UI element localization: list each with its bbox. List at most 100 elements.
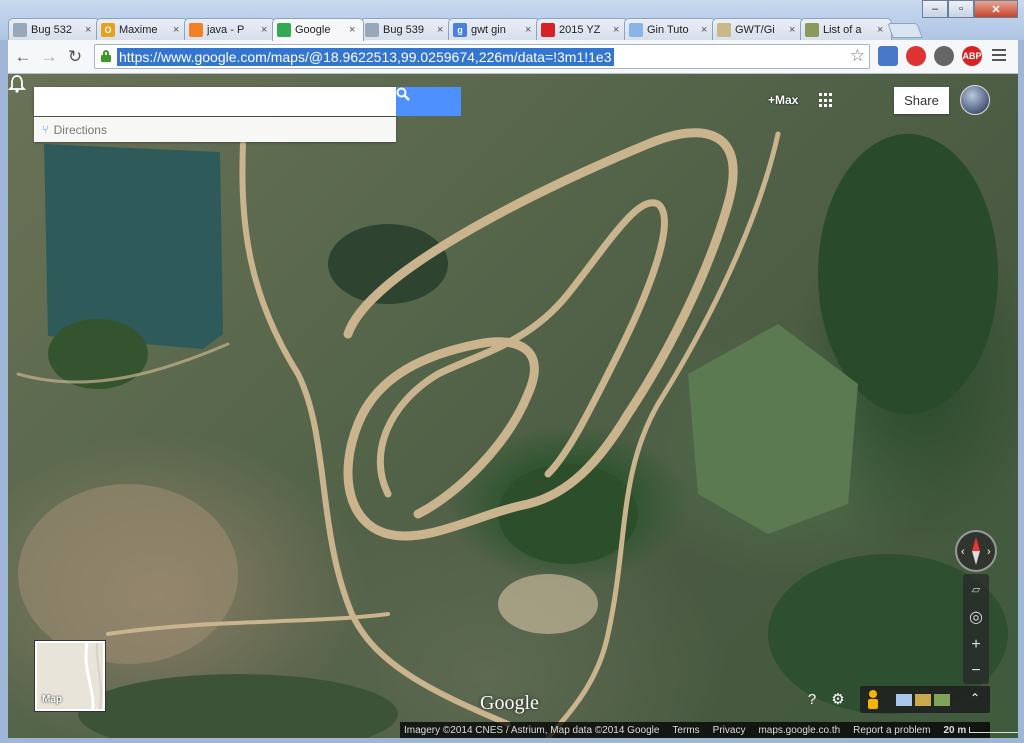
tab-close-icon[interactable]: ×	[613, 24, 623, 36]
tab-favicon-icon	[541, 22, 555, 37]
thumbnail-terrain-icon[interactable]	[934, 694, 950, 706]
share-button[interactable]: Share	[894, 87, 949, 114]
grass-clearing	[688, 324, 858, 534]
stop-extension-icon[interactable]	[906, 46, 926, 66]
new-tab-button[interactable]	[887, 23, 923, 38]
compass-icon: ‹ ›	[961, 537, 991, 565]
my-location-icon[interactable]: ◎	[963, 604, 989, 630]
directions-link[interactable]: ⑂ Directions	[34, 117, 396, 142]
scale-bar	[969, 726, 1018, 733]
minimap-label: Map	[42, 694, 62, 705]
trees	[78, 674, 398, 738]
tab-label: Gin Tuto	[647, 23, 689, 36]
zoom-in-button[interactable]: +	[963, 632, 989, 658]
tab-close-icon[interactable]: ×	[85, 24, 95, 36]
window-controls: – ▫ ✕	[922, 0, 1018, 18]
bare-ground	[18, 484, 238, 664]
bookmark-star-icon[interactable]: ☆	[850, 46, 865, 66]
tab-close-icon[interactable]: ×	[877, 24, 887, 36]
tab-label: Maxime	[119, 23, 158, 36]
tab-close-icon[interactable]: ×	[349, 24, 359, 36]
tab-label: Bug 532	[31, 23, 72, 36]
tab-favicon-icon	[277, 23, 291, 37]
pegman-icon[interactable]	[868, 690, 878, 709]
tab-close-icon[interactable]: ×	[437, 24, 447, 36]
lock-icon	[101, 50, 111, 62]
tab-8[interactable]: GWT/Gi ×	[712, 18, 804, 40]
tab-favicon-icon: O	[101, 22, 115, 37]
eyedropper-extension-icon[interactable]	[934, 46, 954, 66]
zoom-out-button[interactable]: −	[963, 658, 989, 684]
tab-9[interactable]: List of a ×	[800, 18, 892, 40]
directions-icon: ⑂	[42, 123, 49, 136]
imagery-attribution: Imagery ©2014 CNES / Astrium, Map data ©…	[404, 724, 660, 736]
bare-ground	[498, 574, 598, 634]
help-icon[interactable]: ?	[804, 691, 820, 708]
tab-label: GWT/Gi	[735, 23, 775, 36]
browser-window: Bug 532 × O Maxime × java - P × Google × Bug 539 ×…	[0, 0, 1024, 743]
tab-close-icon[interactable]: ×	[261, 24, 271, 36]
tab-favicon-icon: g	[453, 22, 467, 37]
thumbnail-sky-icon[interactable]	[896, 694, 912, 706]
search-icon	[396, 87, 410, 101]
tab-label: 2015 YZ	[559, 23, 601, 36]
tab-favicon-icon	[13, 22, 27, 37]
browser-toolbar: ← → ↻ https://www.google.com/maps/@18.96…	[8, 40, 1018, 74]
tab-favicon-icon	[805, 22, 819, 37]
tab-7[interactable]: Gin Tuto ×	[624, 18, 716, 40]
tab-6[interactable]: 2015 YZ ×	[536, 18, 628, 40]
url-text[interactable]: https://www.google.com/maps/@18.9622513,…	[117, 48, 614, 66]
map-type-toggle[interactable]: Map	[35, 641, 105, 711]
satellite-map[interactable]: ⑂ Directions +Max Share ‹ › ⏥ ◎ + − ? ⚙ …	[8, 74, 1018, 738]
google-plus-link[interactable]: +Max	[768, 93, 798, 107]
tab-1[interactable]: O Maxime ×	[96, 18, 188, 40]
imagery-strip: ⌃	[860, 686, 990, 713]
svg-text:‹: ‹	[961, 546, 965, 558]
map-footer: Imagery ©2014 CNES / Astrium, Map data ©…	[400, 722, 1018, 738]
satellite-imagery	[16, 128, 1008, 738]
gear-icon[interactable]: ⚙	[830, 691, 846, 708]
tab-4[interactable]: Bug 539 ×	[360, 18, 452, 40]
tab-favicon-icon	[717, 22, 731, 37]
tab-close-icon[interactable]: ×	[701, 24, 711, 36]
tab-close-icon[interactable]: ×	[173, 24, 183, 36]
tab-label: Google	[295, 24, 331, 36]
reload-button[interactable]: ↻	[64, 46, 86, 68]
scale-label[interactable]: 20 m	[943, 725, 1018, 736]
directions-label: Directions	[53, 122, 107, 137]
chrome-menu-icon[interactable]	[992, 49, 1006, 63]
tab-close-icon[interactable]: ×	[525, 24, 535, 36]
apps-grid-icon[interactable]	[819, 93, 834, 108]
tilt-icon[interactable]: ⏥	[963, 576, 989, 602]
tab-5[interactable]: g gwt gin ×	[448, 18, 540, 40]
tab-2[interactable]: java - P ×	[184, 18, 276, 40]
address-bar[interactable]: https://www.google.com/maps/@18.9622513,…	[94, 44, 870, 69]
adblock-extension-icon[interactable]: ABP	[962, 46, 982, 66]
search-input[interactable]	[34, 87, 396, 116]
tab-close-icon[interactable]: ×	[789, 24, 799, 36]
thumbnail-earth-icon[interactable]	[915, 694, 931, 706]
tab-3[interactable]: Google ×	[272, 18, 364, 41]
maximize-button[interactable]: ▫	[948, 0, 974, 18]
terms-link[interactable]: Terms	[672, 725, 699, 736]
minimize-button[interactable]: –	[922, 0, 948, 18]
tab-strip: Bug 532 × O Maxime × java - P × Google × Bug 539 ×…	[0, 0, 1024, 41]
svg-text:›: ›	[987, 546, 991, 558]
tab-label: java - P	[207, 23, 245, 36]
forward-button[interactable]: →	[38, 46, 60, 68]
compass-control[interactable]: ‹ ›	[955, 530, 997, 572]
search-button[interactable]	[396, 87, 461, 116]
privacy-link[interactable]: Privacy	[713, 725, 746, 736]
trees	[48, 319, 148, 389]
google-logo: Google	[480, 692, 539, 714]
expand-chevron-icon[interactable]: ⌃	[970, 691, 980, 705]
avatar[interactable]	[960, 85, 990, 115]
close-window-button[interactable]: ✕	[974, 0, 1018, 18]
map-search-box[interactable]	[34, 87, 396, 116]
screenshot-extension-icon[interactable]	[878, 46, 898, 66]
tab-0[interactable]: Bug 532 ×	[8, 18, 100, 40]
notifications-bell-icon[interactable]	[8, 74, 26, 94]
back-button[interactable]: ←	[12, 46, 34, 68]
report-problem-link[interactable]: Report a problem	[853, 725, 930, 736]
domain-link[interactable]: maps.google.co.th	[758, 725, 840, 736]
